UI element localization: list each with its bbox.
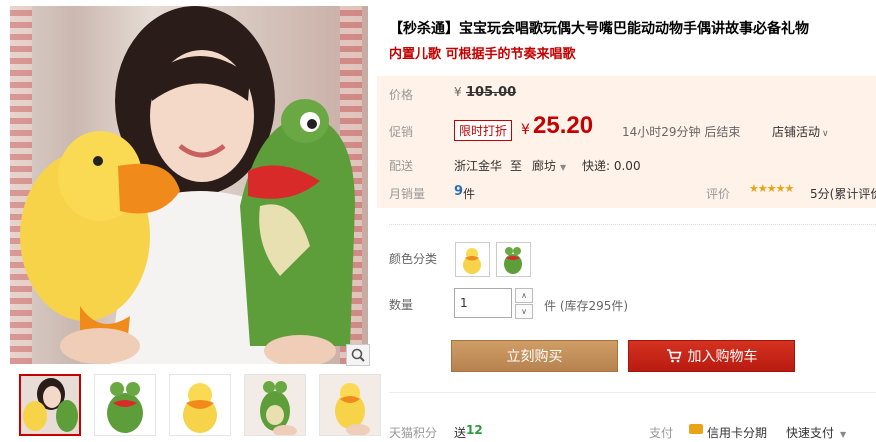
magnifier-icon xyxy=(351,348,365,362)
ship-from: 浙江金华 xyxy=(454,159,503,173)
main-product-image[interactable] xyxy=(10,6,368,364)
payment-label: 支付 xyxy=(649,426,674,440)
ship-to-word: 至 xyxy=(510,159,523,173)
caret-down-icon: ▼ xyxy=(560,163,567,172)
add-to-cart-label: 加入购物车 xyxy=(687,349,758,365)
promo-price: 25.20 xyxy=(533,112,594,139)
quick-pay-label: 快速支付 xyxy=(786,426,835,440)
divider xyxy=(389,224,876,225)
divider xyxy=(389,392,876,393)
quantity-input[interactable]: 1 xyxy=(454,288,512,318)
rating-stars: ★★★★★ xyxy=(749,182,794,195)
thumbnail-4[interactable] xyxy=(244,374,306,436)
sku-option-frog[interactable] xyxy=(496,242,531,277)
product-photo-illustration xyxy=(20,6,355,364)
quantity-decrease-button[interactable]: ∨ xyxy=(515,304,533,319)
chevron-down-icon: ∨ xyxy=(521,307,527,316)
product-subtitle: 内置儿歌 可根据手的节奏来唱歌 xyxy=(389,47,576,62)
thumbnail-image xyxy=(245,375,305,435)
original-price: 105.00 xyxy=(466,85,517,100)
stock-info: 件 (库存295件) xyxy=(544,299,629,313)
chevron-down-icon: ∨ xyxy=(822,129,829,139)
quick-pay-selector[interactable]: 快速支付 ▼ xyxy=(786,424,846,441)
points-label: 天猫积分 xyxy=(389,426,438,440)
promo-price-currency: ¥ xyxy=(521,122,530,138)
buy-now-label: 立刻购买 xyxy=(506,349,563,365)
thumbnail-1[interactable] xyxy=(19,374,81,436)
quantity-value: 1 xyxy=(460,296,468,310)
sku-option-duck[interactable] xyxy=(455,242,490,277)
credit-card-icon xyxy=(689,424,703,434)
thumbnail-image xyxy=(320,375,380,435)
frog-thumbnail xyxy=(504,247,522,274)
duck-thumbnail xyxy=(463,248,481,274)
points-prefix: 送 xyxy=(454,426,467,440)
chevron-up-icon: ∧ xyxy=(521,291,527,300)
points-value: 12 xyxy=(466,423,483,437)
cart-icon xyxy=(666,349,682,363)
promo-label: 促销 xyxy=(389,125,414,139)
thumbnail-2[interactable] xyxy=(94,374,156,436)
store-activity-label: 店铺活动 xyxy=(772,125,821,139)
rating-label: 评价 xyxy=(706,187,731,201)
color-category-label: 颜色分类 xyxy=(389,252,438,266)
product-title: 【秒杀通】宝宝玩会唱歌玩偶大号嘴巴能动动物手偶讲故事必备礼物 xyxy=(389,21,809,37)
price-panel xyxy=(377,76,876,208)
delivery-label: 配送 xyxy=(389,159,414,173)
rating-summary[interactable]: 5分(累计评价 xyxy=(810,185,876,202)
thumbnail-image xyxy=(95,375,155,435)
promo-badge: 限时打折 xyxy=(454,120,513,141)
ship-to-selector[interactable]: 廊坊 ▼ xyxy=(532,157,566,174)
caret-down-icon: ▼ xyxy=(840,430,847,439)
express-fee: 快递: 0.00 xyxy=(582,159,641,173)
quantity-increase-button[interactable]: ∧ xyxy=(515,288,533,303)
thumbnail-5[interactable] xyxy=(319,374,381,436)
ship-to-city: 廊坊 xyxy=(532,159,557,173)
thumbnail-image xyxy=(21,376,79,434)
monthly-sales-unit: 件 xyxy=(463,187,476,201)
add-to-cart-button[interactable]: 加入购物车 xyxy=(628,340,795,372)
countdown: 14小时29分钟 后结束 xyxy=(622,125,741,139)
thumbnail-image xyxy=(170,375,230,435)
thumbnail-3[interactable] xyxy=(169,374,231,436)
zoom-button[interactable] xyxy=(346,344,370,366)
original-price-currency: ¥ xyxy=(454,85,462,99)
monthly-sales-count: 9 xyxy=(454,184,464,199)
price-label: 价格 xyxy=(389,88,414,102)
store-activity-dropdown[interactable]: 店铺活动 ∨ xyxy=(772,123,829,140)
monthly-sales-label: 月销量 xyxy=(389,187,426,201)
credit-installment-link[interactable]: 信用卡分期 xyxy=(707,424,767,441)
buy-now-button[interactable]: 立刻购买 xyxy=(451,340,618,372)
quantity-label: 数量 xyxy=(389,298,414,312)
